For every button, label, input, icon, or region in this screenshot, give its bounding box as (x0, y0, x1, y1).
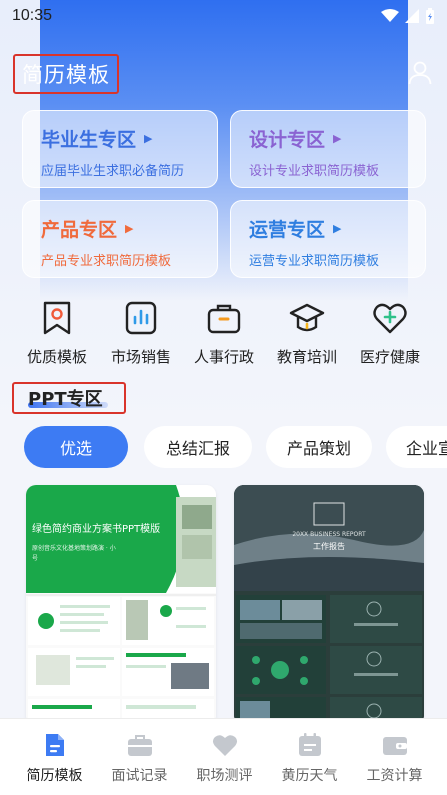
svg-text:原创音乐文化基地策划路演 · 小: 原创音乐文化基地策划路演 · 小 (32, 544, 116, 552)
page-title: 简历模板 (22, 63, 110, 87)
resume-icon (45, 734, 64, 756)
filter-chip-row: 优选 总结汇报 产品策划 企业宣 (0, 426, 447, 468)
chip-product-planning[interactable]: 产品策划 (266, 426, 372, 468)
triangle-right-icon: ▶ (125, 222, 134, 235)
chip-enterprise[interactable]: 企业宣 (386, 426, 447, 468)
ppt-section-title: PPT专区 (28, 389, 103, 410)
svg-text:绿色简约商业方案书PPT模版: 绿色简约商业方案书PPT模版 (32, 522, 160, 535)
bottom-tab-bar: 简历模板 面试记录 职场测评 黄历天气 工资计算 (0, 718, 447, 795)
tab-resume-templates[interactable]: 简历模板 (10, 731, 99, 785)
status-time: 10:35 (12, 7, 53, 24)
quick-item-marketing[interactable]: 市场销售 (96, 300, 186, 367)
heart-icon (212, 735, 237, 756)
briefcase-icon (207, 304, 241, 334)
template-card-work-report[interactable]: 20XX BUSINESS REPORT 工作报告 (234, 485, 424, 725)
tab-salary-calculator[interactable]: 工资计算 (350, 731, 439, 785)
heart-plus-icon (373, 303, 407, 334)
battery-icon (426, 8, 434, 24)
quick-item-quality-template[interactable]: 优质模板 (12, 300, 102, 367)
category-card-graduate[interactable]: 毕业生专区 ▶ 应届毕业生求职必备简历 (22, 110, 218, 188)
svg-text:20XX BUSINESS REPORT: 20XX BUSINESS REPORT (292, 531, 366, 538)
quick-item-education[interactable]: 教育培训 (262, 300, 352, 367)
quick-item-healthcare[interactable]: 医疗健康 (345, 300, 435, 367)
category-subtitle: 运营专业求职简历模板 (249, 254, 380, 269)
svg-text:号: 号 (32, 555, 38, 562)
tab-almanac-weather[interactable]: 黄历天气 (265, 731, 354, 785)
category-title: 产品专区 ▶ (41, 219, 134, 241)
svg-text:工作报告: 工作报告 (313, 541, 345, 551)
status-icons (381, 8, 435, 24)
template-preview-green: 绿色简约商业方案书PPT模版 原创音乐文化基地策划路演 · 小 号 (26, 485, 216, 725)
category-card-design[interactable]: 设计专区 ▶ 设计专业求职简历模板 (230, 110, 426, 188)
calendar-icon (298, 733, 321, 756)
triangle-right-icon: ▶ (333, 222, 342, 235)
category-subtitle: 应届毕业生求职必备简历 (41, 164, 185, 179)
tab-interview-records[interactable]: 面试记录 (95, 731, 184, 785)
category-subtitle: 设计专业求职简历模板 (249, 164, 380, 179)
wifi-icon (381, 9, 399, 22)
signal-icon (405, 9, 419, 23)
tab-career-assessment[interactable]: 职场测评 (180, 731, 269, 785)
category-card-product[interactable]: 产品专区 ▶ 产品专业求职简历模板 (22, 200, 218, 278)
triangle-right-icon: ▶ (333, 132, 342, 145)
bar-chart-icon (125, 301, 157, 335)
category-title: 毕业生专区 ▶ (41, 129, 153, 151)
category-card-operations[interactable]: 运营专区 ▶ 运营专业求职简历模板 (230, 200, 426, 278)
chip-featured[interactable]: 优选 (24, 426, 128, 468)
user-icon[interactable] (407, 60, 433, 86)
template-card-green-business[interactable]: 绿色简约商业方案书PPT模版 原创音乐文化基地策划路演 · 小 号 (26, 485, 216, 725)
status-bar: 10:35 (0, 0, 447, 32)
ppt-section-title-box: PPT专区 (12, 382, 126, 414)
header: 简历模板 (0, 52, 447, 96)
category-subtitle: 产品专业求职简历模板 (41, 254, 172, 269)
category-title: 运营专区 ▶ (249, 219, 342, 241)
quick-item-hr-admin[interactable]: 人事行政 (179, 300, 269, 367)
page-title-box: 简历模板 (13, 54, 119, 94)
graduation-cap-icon (289, 303, 325, 332)
quick-category-row: 优质模板 市场销售 人事行政 教育培训 医疗健康 (0, 300, 447, 370)
template-preview-dark: 20XX BUSINESS REPORT 工作报告 (234, 485, 424, 725)
category-title: 设计专区 ▶ (249, 129, 342, 151)
bookmark-icon (43, 301, 71, 335)
briefcase-icon (127, 735, 152, 756)
triangle-right-icon: ▶ (144, 132, 153, 145)
chip-summary-report[interactable]: 总结汇报 (144, 426, 252, 468)
wallet-icon (382, 737, 407, 755)
